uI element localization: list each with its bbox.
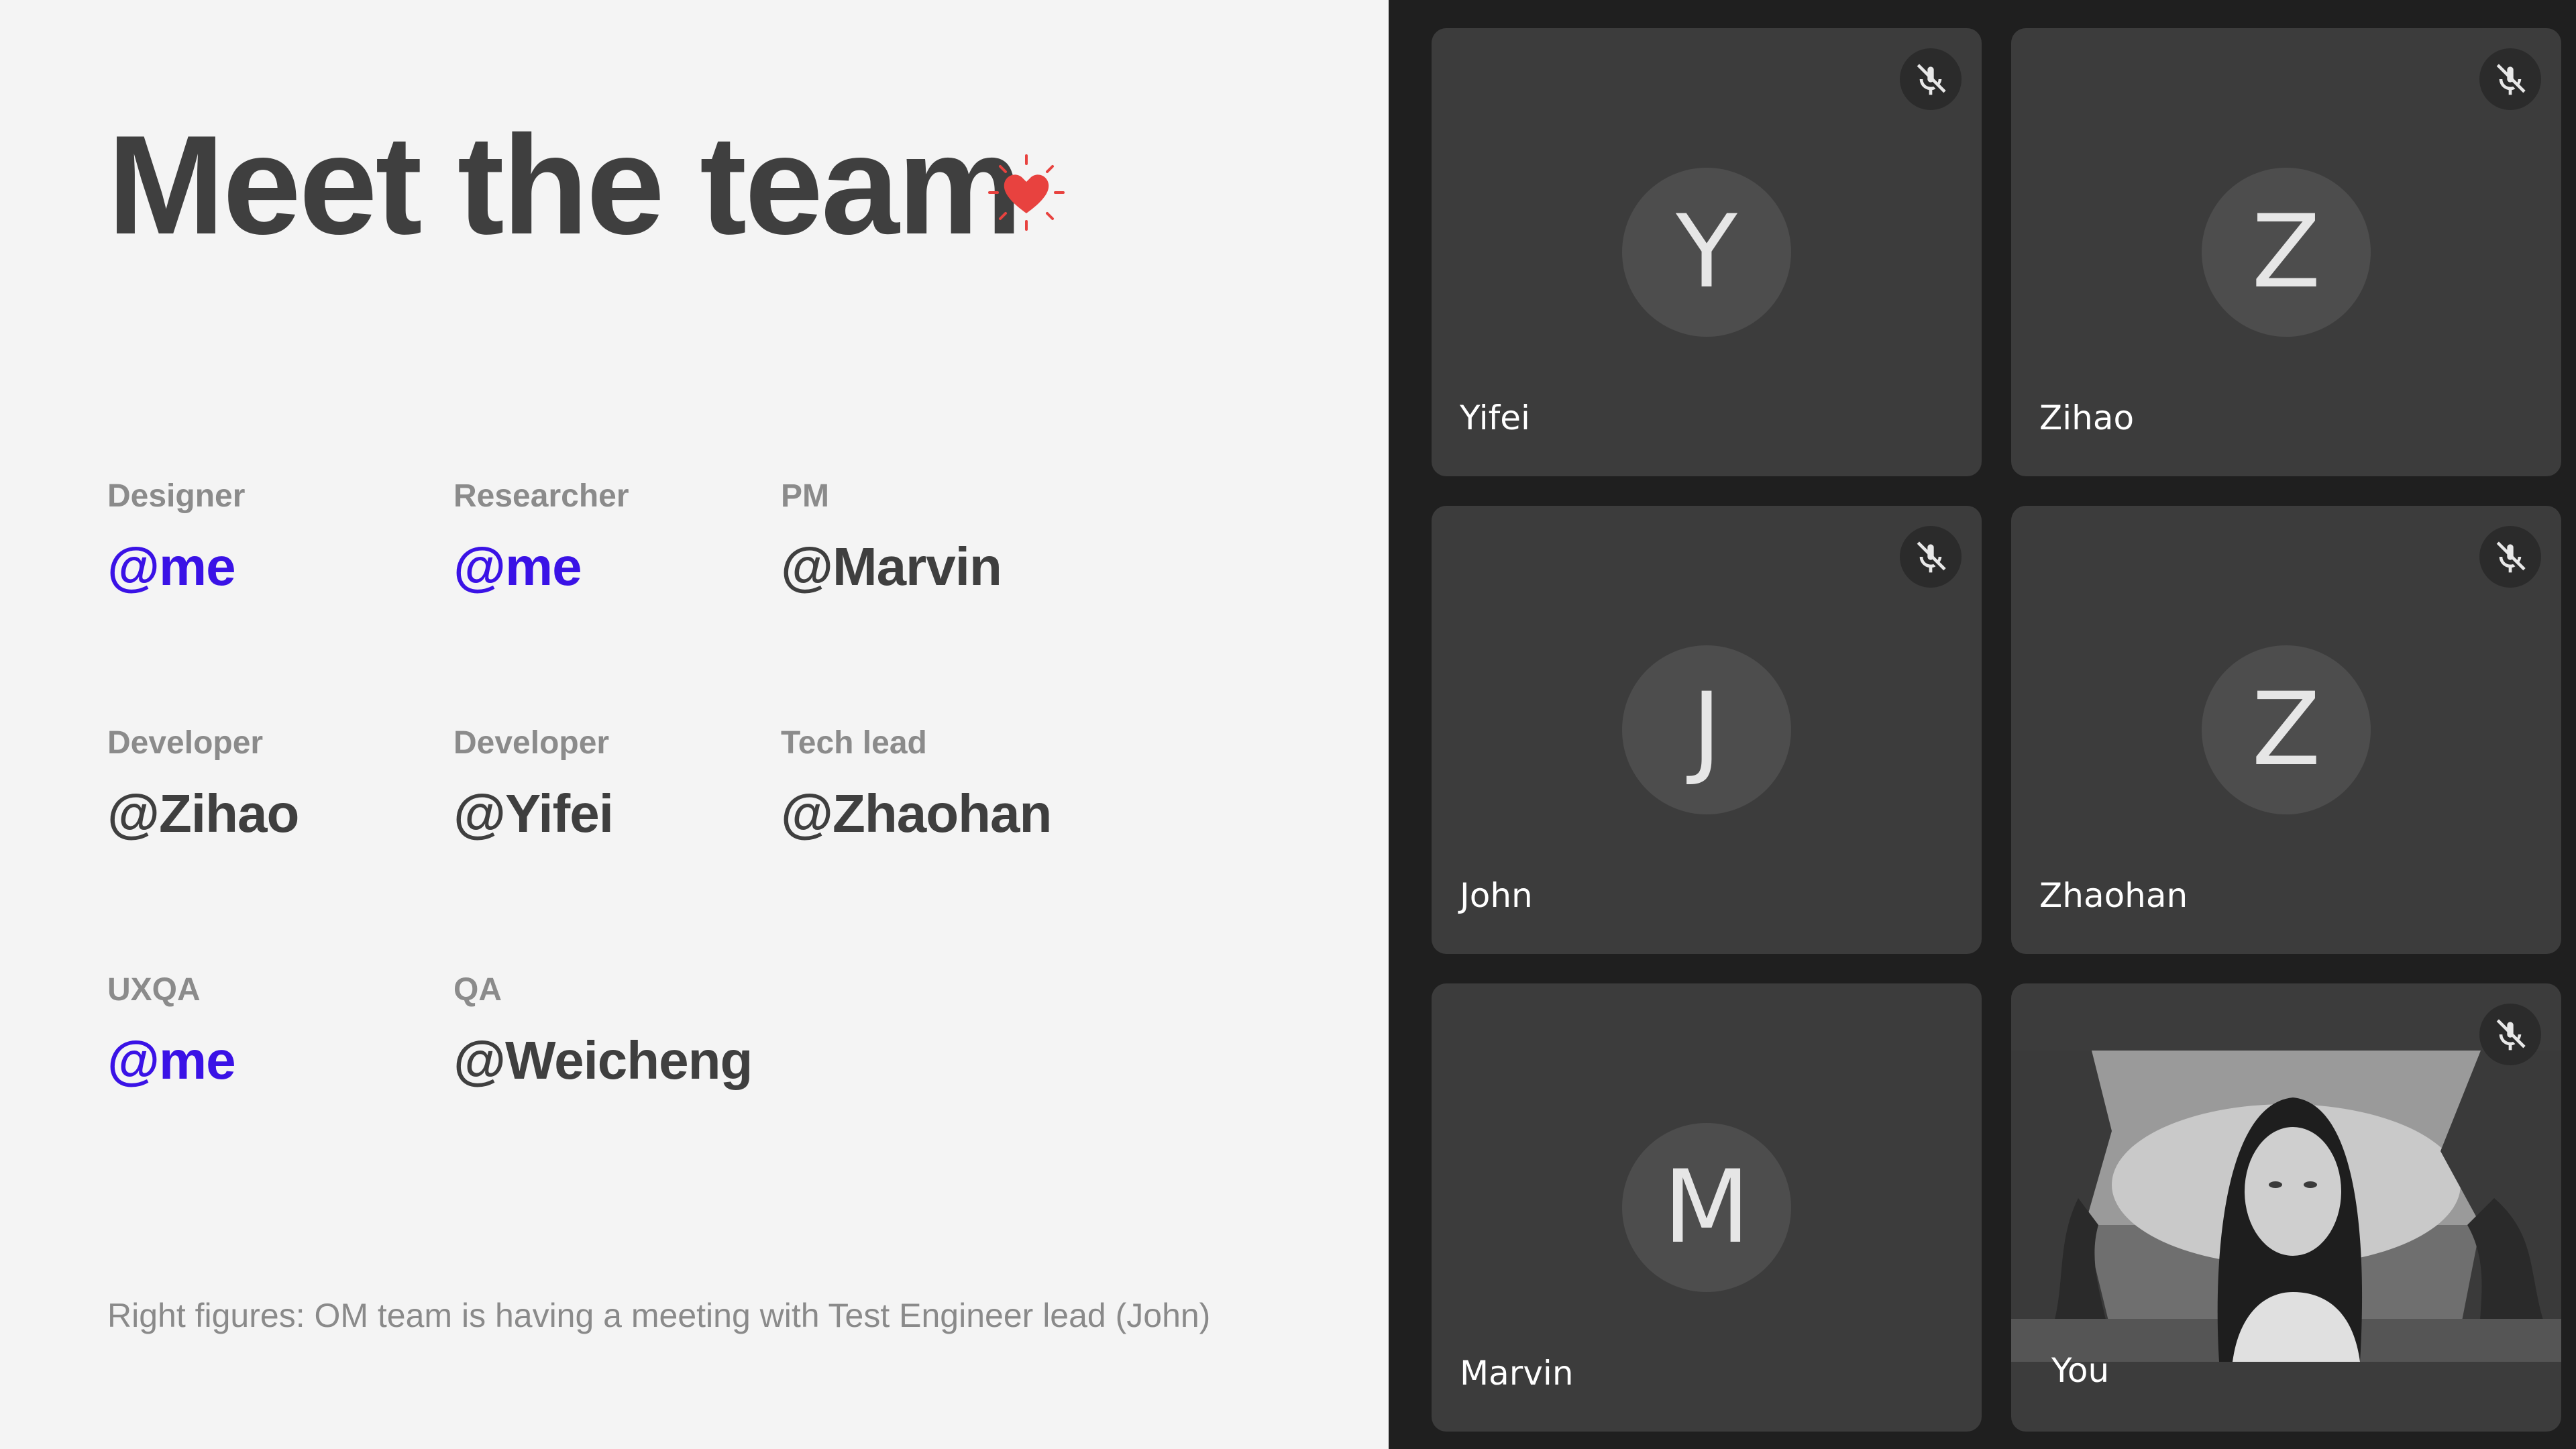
participant-name: Marvin xyxy=(1460,1354,1574,1393)
participant-tile-marvin[interactable]: M Marvin xyxy=(1432,983,1982,1432)
role-label: Tech lead xyxy=(781,725,927,761)
slide-panel: Meet the team Designer @me Researcher @m… xyxy=(0,0,1389,1449)
slide-caption: Right figures: OM team is having a meeti… xyxy=(107,1297,1211,1334)
mic-off-icon xyxy=(2479,48,2541,110)
participant-tile-zihao[interactable]: Z Zihao xyxy=(2011,28,2561,476)
role-label: PM xyxy=(781,478,829,514)
avatar: Z xyxy=(2202,645,2371,814)
role-label: Designer xyxy=(107,478,246,514)
avatar: Y xyxy=(1622,168,1791,337)
mic-off-icon xyxy=(2479,526,2541,588)
participant-name: John xyxy=(1460,876,1533,915)
member-handle: @Zihao xyxy=(107,784,299,843)
page-title: Meet the team xyxy=(107,106,1022,264)
member-handle: @Marvin xyxy=(781,537,1002,596)
mic-off-icon xyxy=(1900,526,1962,588)
team-member-qa: QA @Weicheng xyxy=(453,971,753,1091)
avatar: Z xyxy=(2202,168,2371,337)
member-handle: @Zhaohan xyxy=(781,784,1052,843)
team-member-designer: Designer @me xyxy=(107,478,245,598)
participant-tile-yifei[interactable]: Y Yifei xyxy=(1432,28,1982,476)
team-member-pm: PM @Marvin xyxy=(781,478,1002,598)
team-member-developer-1: Developer @Zihao xyxy=(107,724,299,845)
participant-name: Zhaohan xyxy=(2039,876,2188,915)
role-label: UXQA xyxy=(107,972,201,1008)
participant-name: You xyxy=(2051,1351,2110,1390)
team-member-tech-lead: Tech lead @Zhaohan xyxy=(781,724,1052,845)
participant-tile-john[interactable]: J John xyxy=(1432,506,1982,954)
role-label: QA xyxy=(453,972,502,1008)
member-handle[interactable]: @me xyxy=(107,1030,236,1091)
team-member-uxqa: UXQA @me xyxy=(107,971,236,1091)
role-label: Researcher xyxy=(453,478,629,514)
team-member-developer-2: Developer @Yifei xyxy=(453,724,614,845)
camera-video-feed xyxy=(2011,1051,2561,1362)
member-handle[interactable]: @me xyxy=(107,536,245,598)
role-label: Developer xyxy=(107,725,264,761)
meeting-grid: Y Yifei Z Zihao J John Z Zhaohan M Marvi… xyxy=(1389,0,2576,1449)
participant-name: Zihao xyxy=(2039,398,2135,437)
mic-off-icon xyxy=(2479,1004,2541,1065)
avatar: J xyxy=(1622,645,1791,814)
heart-icon xyxy=(988,154,1065,231)
participant-tile-you[interactable]: You xyxy=(2011,983,2561,1432)
participant-name: Yifei xyxy=(1460,398,1530,437)
participant-tile-zhaohan[interactable]: Z Zhaohan xyxy=(2011,506,2561,954)
team-member-researcher: Researcher @me xyxy=(453,478,629,598)
member-handle: @Weicheng xyxy=(453,1030,753,1090)
role-label: Developer xyxy=(453,725,610,761)
avatar: M xyxy=(1622,1123,1791,1292)
member-handle: @Yifei xyxy=(453,784,614,843)
member-handle[interactable]: @me xyxy=(453,536,629,598)
mic-off-icon xyxy=(1900,48,1962,110)
